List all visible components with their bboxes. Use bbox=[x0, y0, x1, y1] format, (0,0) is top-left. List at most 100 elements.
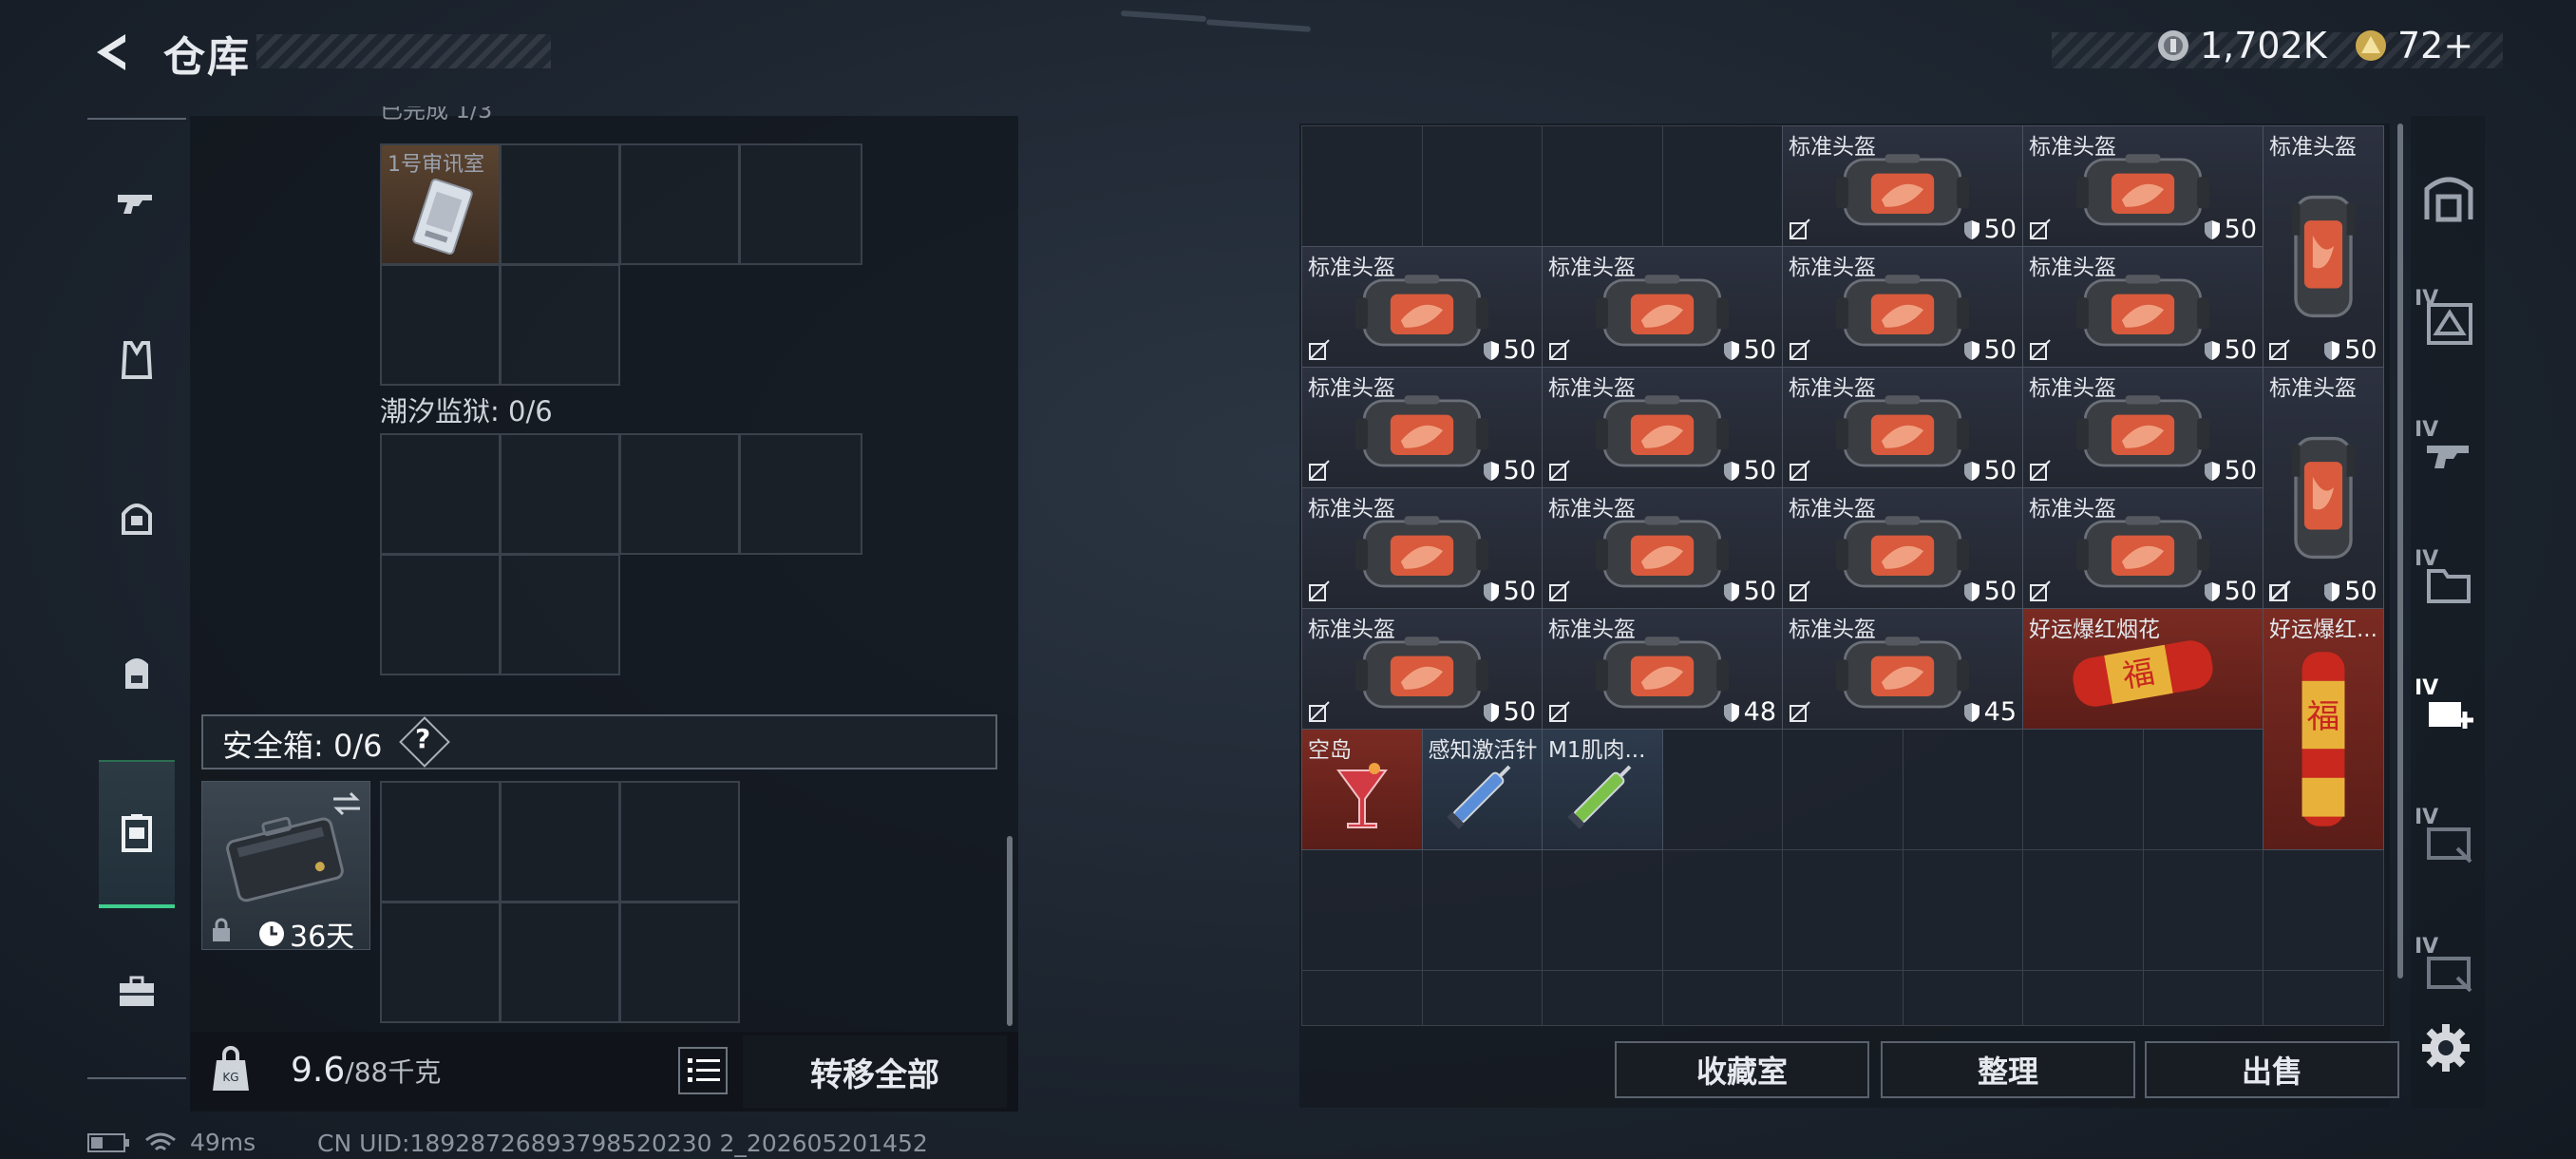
tab-backpack[interactable] bbox=[99, 600, 175, 743]
sell-button[interactable]: 出售 bbox=[2145, 1041, 2399, 1098]
tab-helmet[interactable] bbox=[99, 446, 175, 589]
warehouse-slot[interactable] bbox=[2263, 849, 2384, 971]
warehouse-slot[interactable] bbox=[1902, 729, 2023, 850]
gear-icon[interactable] bbox=[2420, 1022, 2472, 1074]
warehouse-slot[interactable] bbox=[2022, 970, 2144, 1026]
syringe-item[interactable]: 感知激活针 bbox=[1421, 729, 1543, 850]
firework-item[interactable]: 福 好运爆红烟花 bbox=[2022, 608, 2263, 730]
warehouse-slot[interactable] bbox=[1661, 970, 1783, 1026]
warehouse-slot[interactable] bbox=[2263, 970, 2384, 1026]
warehouse-slot[interactable] bbox=[1902, 970, 2023, 1026]
warehouse-slot[interactable] bbox=[2022, 849, 2144, 971]
helmet-item[interactable]: 标准头盔 50 bbox=[1301, 487, 1543, 609]
helmet-item[interactable]: 标准头盔 50 bbox=[2022, 125, 2263, 247]
warehouse-slot[interactable] bbox=[1421, 849, 1543, 971]
durability: 50 bbox=[2204, 215, 2257, 244]
tab-storage-medical[interactable] bbox=[2413, 663, 2485, 758]
grid-slot[interactable] bbox=[739, 433, 862, 555]
broken-armor-icon bbox=[1549, 339, 1570, 360]
transfer-all-button[interactable]: 转移全部 bbox=[743, 1036, 1007, 1108]
helmet-item[interactable]: 标准头盔 45 bbox=[1782, 608, 2023, 730]
ticket-balance[interactable]: 72+ bbox=[2354, 25, 2473, 66]
helmet-item[interactable]: 标准头盔 50 bbox=[1782, 367, 2023, 488]
warehouse-slot[interactable] bbox=[1661, 849, 1783, 971]
grid-slot[interactable] bbox=[380, 433, 501, 555]
safe-case-item[interactable]: 36天 bbox=[201, 781, 370, 954]
ticket-icon bbox=[2356, 30, 2386, 61]
warehouse-slot[interactable] bbox=[2022, 729, 2144, 850]
helmet-item[interactable]: 标准头盔 50 bbox=[1542, 487, 1783, 609]
durability: 50 bbox=[1963, 215, 2017, 244]
grid-slot[interactable] bbox=[500, 781, 620, 902]
warehouse-slot[interactable] bbox=[1542, 849, 1663, 971]
helmet-item[interactable]: 标准头盔 50 bbox=[1301, 367, 1543, 488]
syringe-icon bbox=[1566, 765, 1632, 829]
shield-icon bbox=[2204, 340, 2220, 360]
grid-slot[interactable] bbox=[500, 264, 620, 386]
tab-storage-2[interactable] bbox=[2413, 405, 2485, 500]
helmet-item[interactable]: 标准头盔 50 bbox=[1782, 125, 2023, 247]
warehouse-slot[interactable] bbox=[1782, 849, 1904, 971]
warehouse-slot[interactable] bbox=[1301, 125, 1423, 247]
grid-slot[interactable] bbox=[619, 433, 740, 555]
helmet-item[interactable]: 标准头盔 50 bbox=[1542, 367, 1783, 488]
warehouse-slot[interactable] bbox=[1301, 970, 1423, 1026]
syringe-item[interactable]: M1肌肉... bbox=[1542, 729, 1663, 850]
tab-all-storage[interactable] bbox=[2413, 148, 2485, 243]
warehouse-slot[interactable] bbox=[1421, 125, 1543, 247]
tab-storage-3[interactable] bbox=[2413, 534, 2485, 629]
grid-slot[interactable] bbox=[380, 264, 501, 386]
helmet-item[interactable]: 标准头盔 50 bbox=[1782, 246, 2023, 368]
grid-slot[interactable] bbox=[500, 902, 620, 1023]
organize-button[interactable]: 整理 bbox=[1881, 1041, 2135, 1098]
warehouse-slot[interactable] bbox=[2142, 970, 2263, 1026]
helmet-item[interactable]: 标准头盔 50 bbox=[1782, 487, 2023, 609]
grid-slot[interactable] bbox=[500, 554, 620, 675]
helmet-item[interactable]: 标准头盔 50 bbox=[2022, 367, 2263, 488]
warehouse-slot[interactable] bbox=[1542, 125, 1663, 247]
coin-balance[interactable]: 1,702K bbox=[2156, 25, 2327, 66]
grid-slot[interactable] bbox=[380, 902, 501, 1023]
tab-toolbox[interactable] bbox=[99, 920, 175, 1062]
grid-slot[interactable] bbox=[739, 143, 862, 265]
grid-slot[interactable] bbox=[500, 143, 620, 265]
warehouse-slot[interactable] bbox=[1902, 849, 2023, 971]
left-scrollbar[interactable] bbox=[1007, 836, 1013, 1026]
grid-slot[interactable] bbox=[380, 781, 501, 902]
warehouse-slot[interactable] bbox=[2142, 849, 2263, 971]
warehouse-slot[interactable] bbox=[1301, 849, 1423, 971]
helmet-item[interactable]: 标准头盔 50 bbox=[2022, 487, 2263, 609]
cocktail-item[interactable]: 空岛 bbox=[1301, 729, 1423, 850]
item-name: 标准头盔 bbox=[2029, 256, 2116, 280]
grid-slot[interactable] bbox=[500, 433, 620, 555]
keycard-item[interactable]: 1号审讯室 bbox=[380, 143, 501, 265]
list-view-button[interactable] bbox=[678, 1047, 728, 1094]
warehouse-slot[interactable] bbox=[1661, 729, 1783, 850]
helmet-item[interactable]: 标准头盔 48 bbox=[1542, 608, 1783, 730]
helmet-item[interactable]: 标准头盔 50 bbox=[2022, 246, 2263, 368]
tab-storage-4[interactable] bbox=[2413, 792, 2485, 887]
warehouse-slot[interactable] bbox=[1782, 729, 1904, 850]
warehouse-slot[interactable] bbox=[1421, 970, 1543, 1026]
right-scrollbar[interactable] bbox=[2397, 124, 2403, 978]
warehouse-slot[interactable] bbox=[2142, 729, 2263, 850]
grid-slot[interactable] bbox=[619, 143, 740, 265]
helmet-item[interactable]: 标准头盔 50 bbox=[1301, 608, 1543, 730]
tab-safe-box[interactable] bbox=[99, 760, 175, 908]
tab-weapons[interactable] bbox=[99, 133, 175, 276]
tab-vest[interactable] bbox=[99, 289, 175, 431]
helmet-item[interactable]: 标准头盔 50 bbox=[1542, 246, 1783, 368]
helmet-item[interactable]: 标准头盔 50 bbox=[1301, 246, 1543, 368]
warehouse-slot[interactable] bbox=[1661, 125, 1783, 247]
warehouse-slot[interactable] bbox=[1542, 970, 1663, 1026]
warehouse-slot[interactable] bbox=[1782, 970, 1904, 1026]
tab-storage-5[interactable] bbox=[2413, 922, 2485, 1016]
firework-item[interactable]: 福 好运爆红... bbox=[2263, 608, 2384, 850]
item-name: 标准头盔 bbox=[1789, 497, 1876, 522]
collection-room-button[interactable]: 收藏室 bbox=[1615, 1041, 1869, 1098]
grid-slot[interactable] bbox=[619, 781, 740, 902]
back-arrow-icon[interactable] bbox=[87, 28, 135, 76]
tab-storage-1[interactable] bbox=[2413, 276, 2485, 370]
grid-slot[interactable] bbox=[619, 902, 740, 1023]
grid-slot[interactable] bbox=[380, 554, 501, 675]
